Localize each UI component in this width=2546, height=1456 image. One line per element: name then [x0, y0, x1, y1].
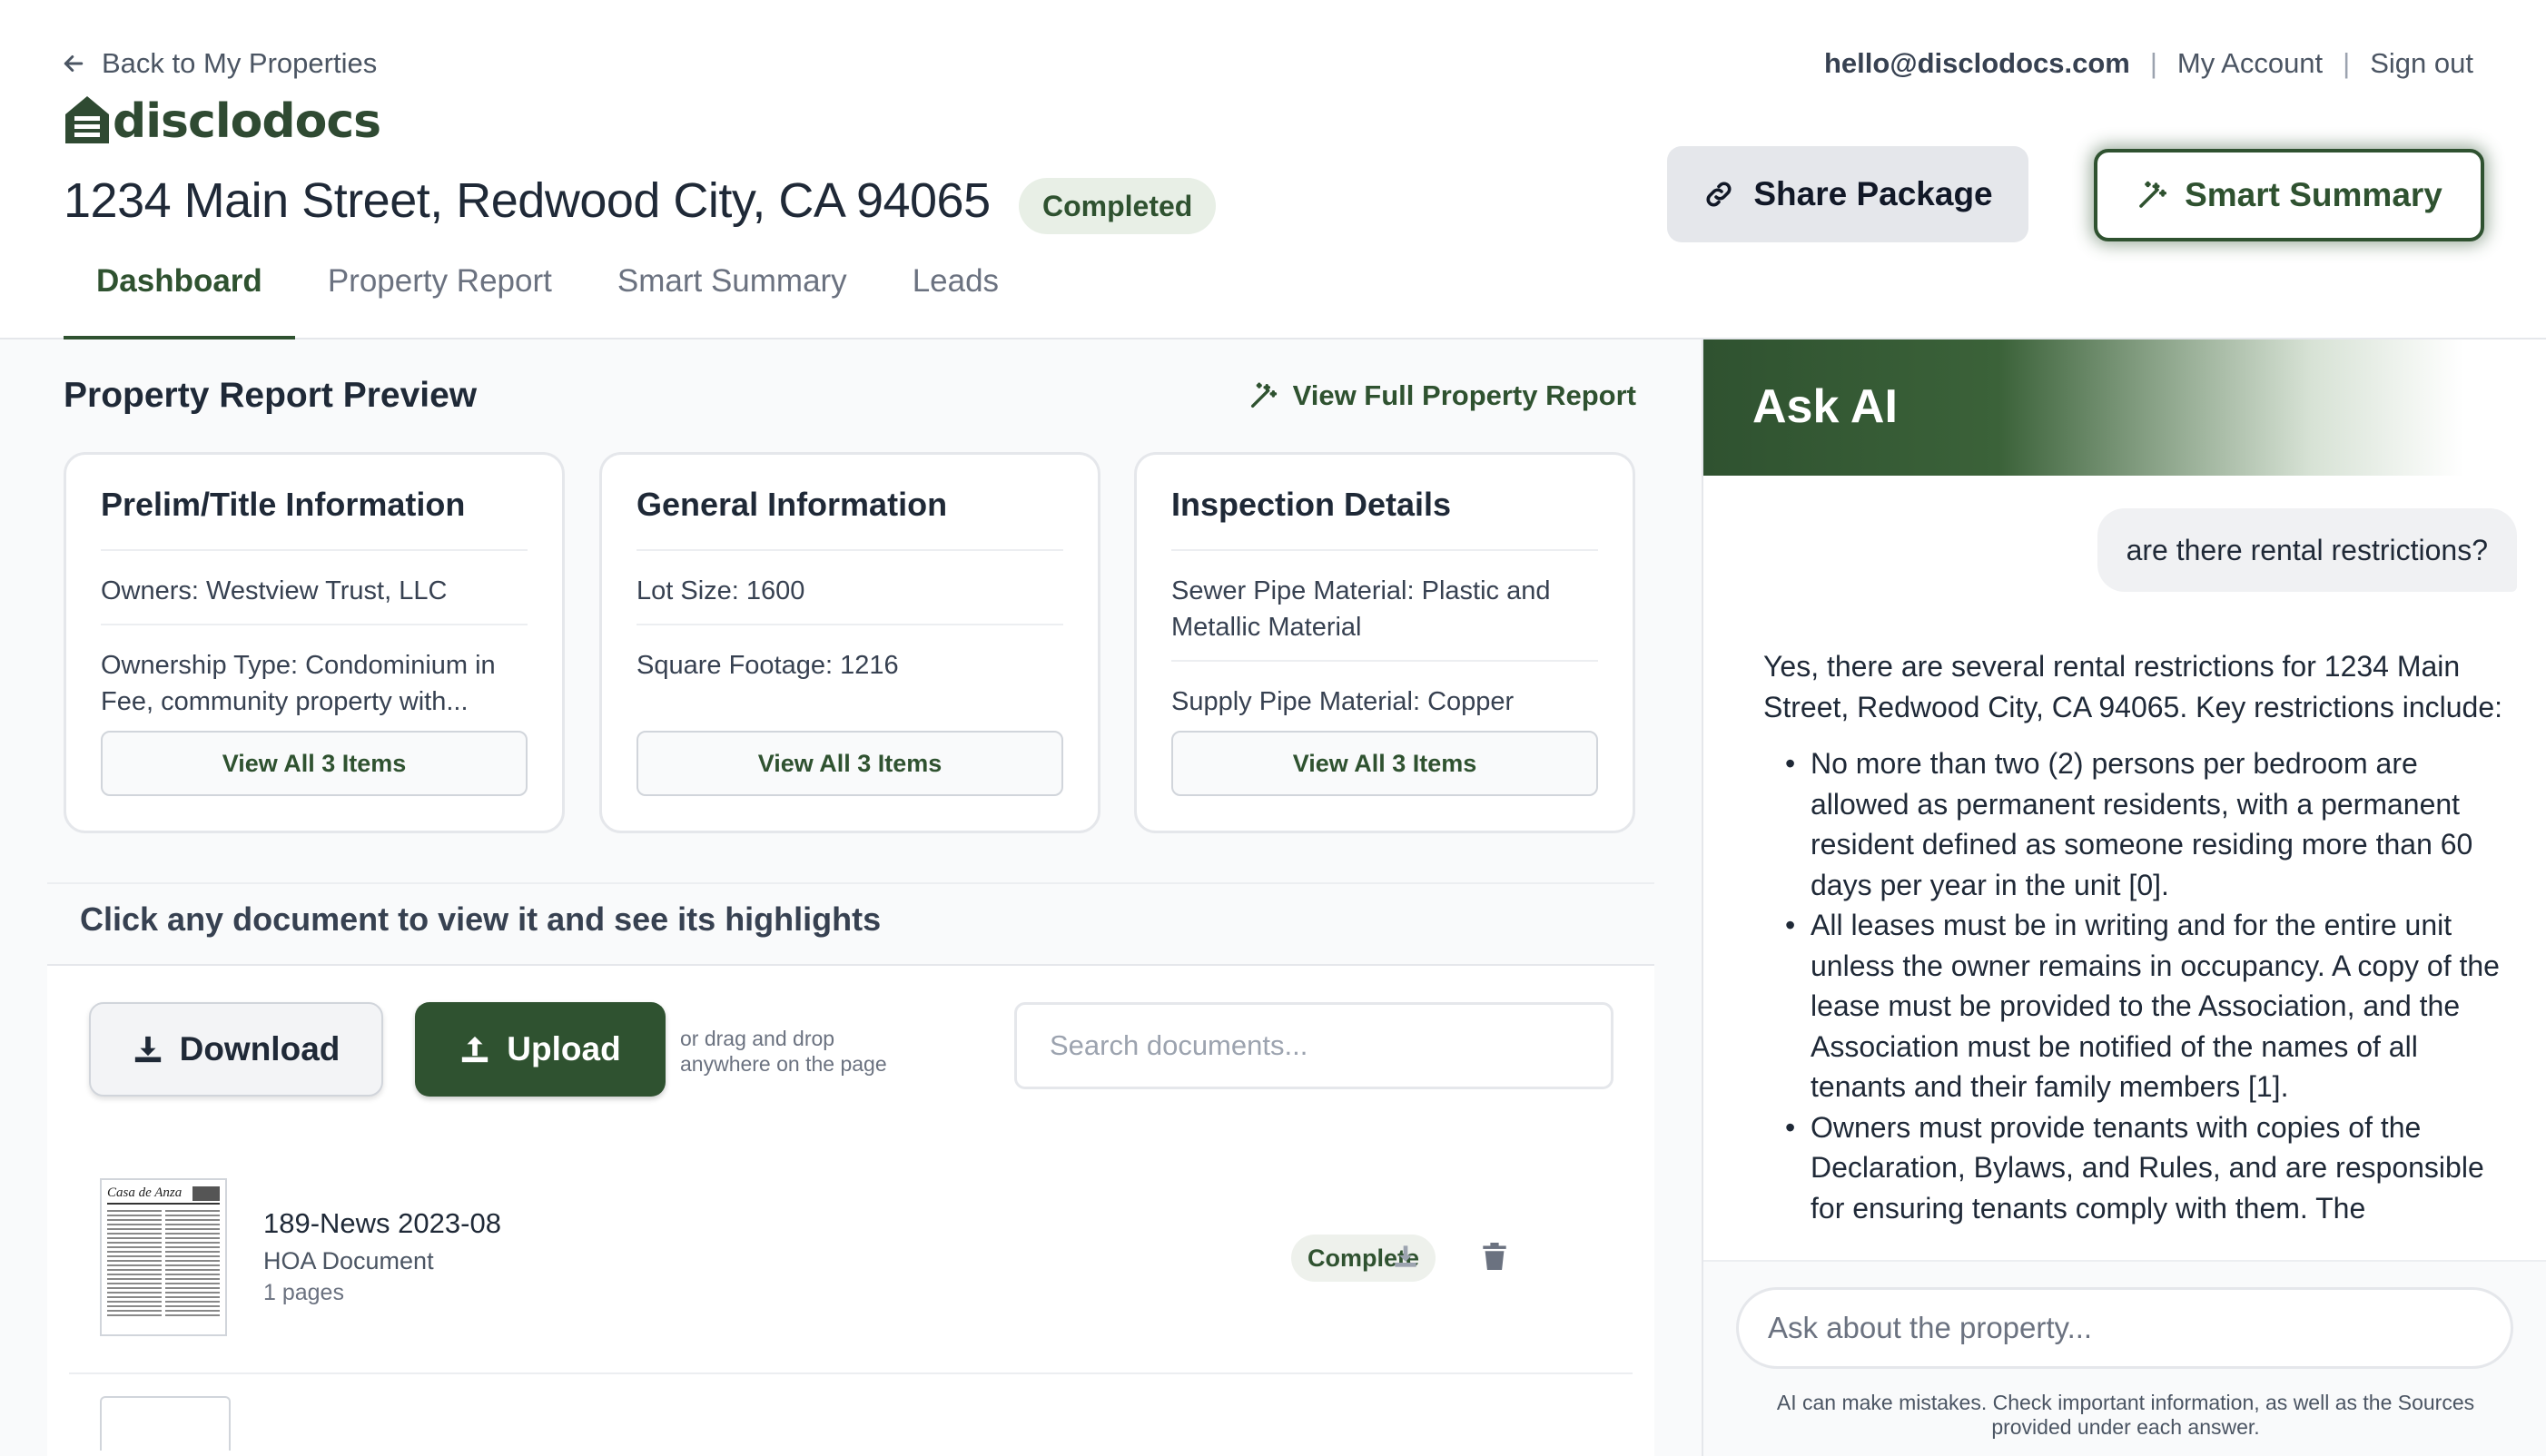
disclodocs-logo[interactable]: disclodocs: [64, 94, 381, 149]
card-title: Inspection Details: [1171, 486, 1598, 551]
preview-title: Property Report Preview: [64, 376, 478, 415]
card-title: General Information: [636, 486, 1063, 551]
view-all-items-button[interactable]: View All 3 Items: [1171, 731, 1598, 796]
card-row: Sewer Pipe Material: Plastic and Metalli…: [1171, 551, 1598, 662]
drag-hint-line: anywhere on the page: [680, 1052, 887, 1076]
magic-wand-icon: [2139, 181, 2167, 208]
document-delete-button[interactable]: [1476, 1238, 1513, 1274]
view-all-items-button[interactable]: View All 3 Items: [636, 731, 1063, 796]
card-general-information: General Information Lot Size: 1600 Squar…: [599, 452, 1100, 833]
card-row: Square Footage: 1216: [636, 651, 899, 680]
my-account-link[interactable]: My Account: [2177, 47, 2323, 80]
ai-answer-point: Owners must provide tenants with copies …: [1785, 1107, 2517, 1229]
ai-answer-message: Yes, there are several rental restrictio…: [1763, 646, 2517, 1233]
download-button[interactable]: Download: [89, 1002, 383, 1097]
document-name[interactable]: 189-News 2023-08: [263, 1207, 501, 1240]
sign-out-link[interactable]: Sign out: [2370, 47, 2473, 80]
main-tabs: Dashboard Property Report Smart Summary …: [64, 263, 1031, 339]
drag-hint-line: or drag and drop: [680, 1027, 835, 1050]
thumbnail-text-lines: [107, 1210, 220, 1317]
arrow-left-icon: [64, 55, 84, 72]
thumbnail-title: Casa de Anza: [107, 1185, 183, 1200]
drag-drop-hint: or drag and drop anywhere on the page: [680, 1026, 887, 1077]
document-row[interactable]: Casa de Anza 189-News 2023-08 HOA Docume…: [69, 1178, 1633, 1374]
ask-ai-header: Ask AI: [1703, 339, 2546, 476]
dashboard-main: Property Report Preview View Full Proper…: [0, 339, 1702, 1456]
property-address: 1234 Main Street, Redwood City, CA 94065: [64, 173, 991, 228]
download-icon: [1395, 1245, 1416, 1267]
view-full-report-link[interactable]: View Full Property Report: [1248, 379, 1636, 412]
back-link-label: Back to My Properties: [102, 47, 378, 79]
card-inspection-details: Inspection Details Sewer Pipe Material: …: [1134, 452, 1635, 833]
upload-label: Upload: [507, 1030, 621, 1067]
thumbnail-photo: [192, 1185, 220, 1201]
download-icon: [134, 1036, 161, 1063]
nav-separator: |: [2149, 47, 2157, 79]
card-row: Supply Pipe Material: Copper: [1171, 687, 1515, 716]
tab-dashboard[interactable]: Dashboard: [64, 263, 295, 339]
documents-header: Click any document to view it and see it…: [47, 884, 1654, 966]
user-message-bubble: are there rental restrictions?: [2097, 508, 2517, 592]
logo-text: disclodocs: [113, 94, 381, 149]
ask-ai-title: Ask AI: [1752, 380, 1898, 433]
card-prelim-title: Prelim/Title Information Owners: Westvie…: [64, 452, 565, 833]
card-row: Lot Size: 1600: [636, 551, 1063, 625]
house-logo-icon: [65, 96, 109, 143]
card-title: Prelim/Title Information: [101, 486, 528, 551]
smart-summary-label: Smart Summary: [2185, 176, 2442, 213]
card-row: Owners: Westview Trust, LLC: [101, 551, 528, 625]
smart-summary-button[interactable]: Smart Summary: [2094, 149, 2484, 241]
ask-ai-footer: AI can make mistakes. Check important in…: [1703, 1260, 2546, 1456]
tab-property-report[interactable]: Property Report: [295, 263, 585, 339]
account-email: hello@disclodocs.com: [1824, 47, 2130, 79]
document-thumbnail[interactable]: Casa de Anza: [100, 1178, 227, 1336]
document-download-button[interactable]: [1387, 1238, 1424, 1274]
upload-button[interactable]: Upload: [415, 1002, 666, 1097]
download-label: Download: [179, 1030, 340, 1067]
magic-wand-icon: [1250, 382, 1277, 408]
view-all-items-button[interactable]: View All 3 Items: [101, 731, 528, 796]
ai-answer-intro: Yes, there are several rental restrictio…: [1763, 650, 2503, 723]
status-badge: Completed: [1019, 178, 1217, 234]
account-nav: hello@disclodocs.com | My Account | Sign…: [1824, 47, 2473, 80]
ask-ai-panel: Ask AI are there rental restrictions? Ye…: [1702, 339, 2546, 1456]
ai-answer-point: No more than two (2) persons per bedroom…: [1785, 743, 2517, 905]
share-package-label: Share Package: [1753, 175, 1993, 212]
back-to-properties-link[interactable]: Back to My Properties: [60, 47, 377, 80]
nav-separator: |: [2343, 47, 2351, 79]
upload-icon: [462, 1036, 488, 1063]
trash-icon: [1483, 1243, 1506, 1270]
link-icon: [1706, 182, 1732, 207]
ai-answer-list: No more than two (2) persons per bedroom…: [1763, 743, 2517, 1228]
card-row: Ownership Type: Condominium in Fee, comm…: [101, 651, 496, 716]
tab-smart-summary[interactable]: Smart Summary: [585, 263, 880, 339]
view-full-report-label: View Full Property Report: [1292, 379, 1636, 411]
share-package-button[interactable]: Share Package: [1667, 146, 2028, 242]
tab-leads[interactable]: Leads: [880, 263, 1031, 339]
ask-ai-input[interactable]: [1736, 1287, 2513, 1369]
ai-answer-point: All leases must be in writing and for th…: [1785, 905, 2517, 1107]
ai-disclaimer: AI can make mistakes. Check important in…: [1776, 1391, 2475, 1439]
documents-panel: Click any document to view it and see it…: [47, 882, 1654, 1456]
document-pages: 1 pages: [263, 1280, 344, 1305]
search-documents-input[interactable]: [1014, 1002, 1613, 1089]
page-header: Back to My Properties disclodocs hello@d…: [0, 0, 2546, 339]
document-type: HOA Document: [263, 1247, 434, 1274]
document-thumbnail-partial[interactable]: [100, 1396, 231, 1451]
